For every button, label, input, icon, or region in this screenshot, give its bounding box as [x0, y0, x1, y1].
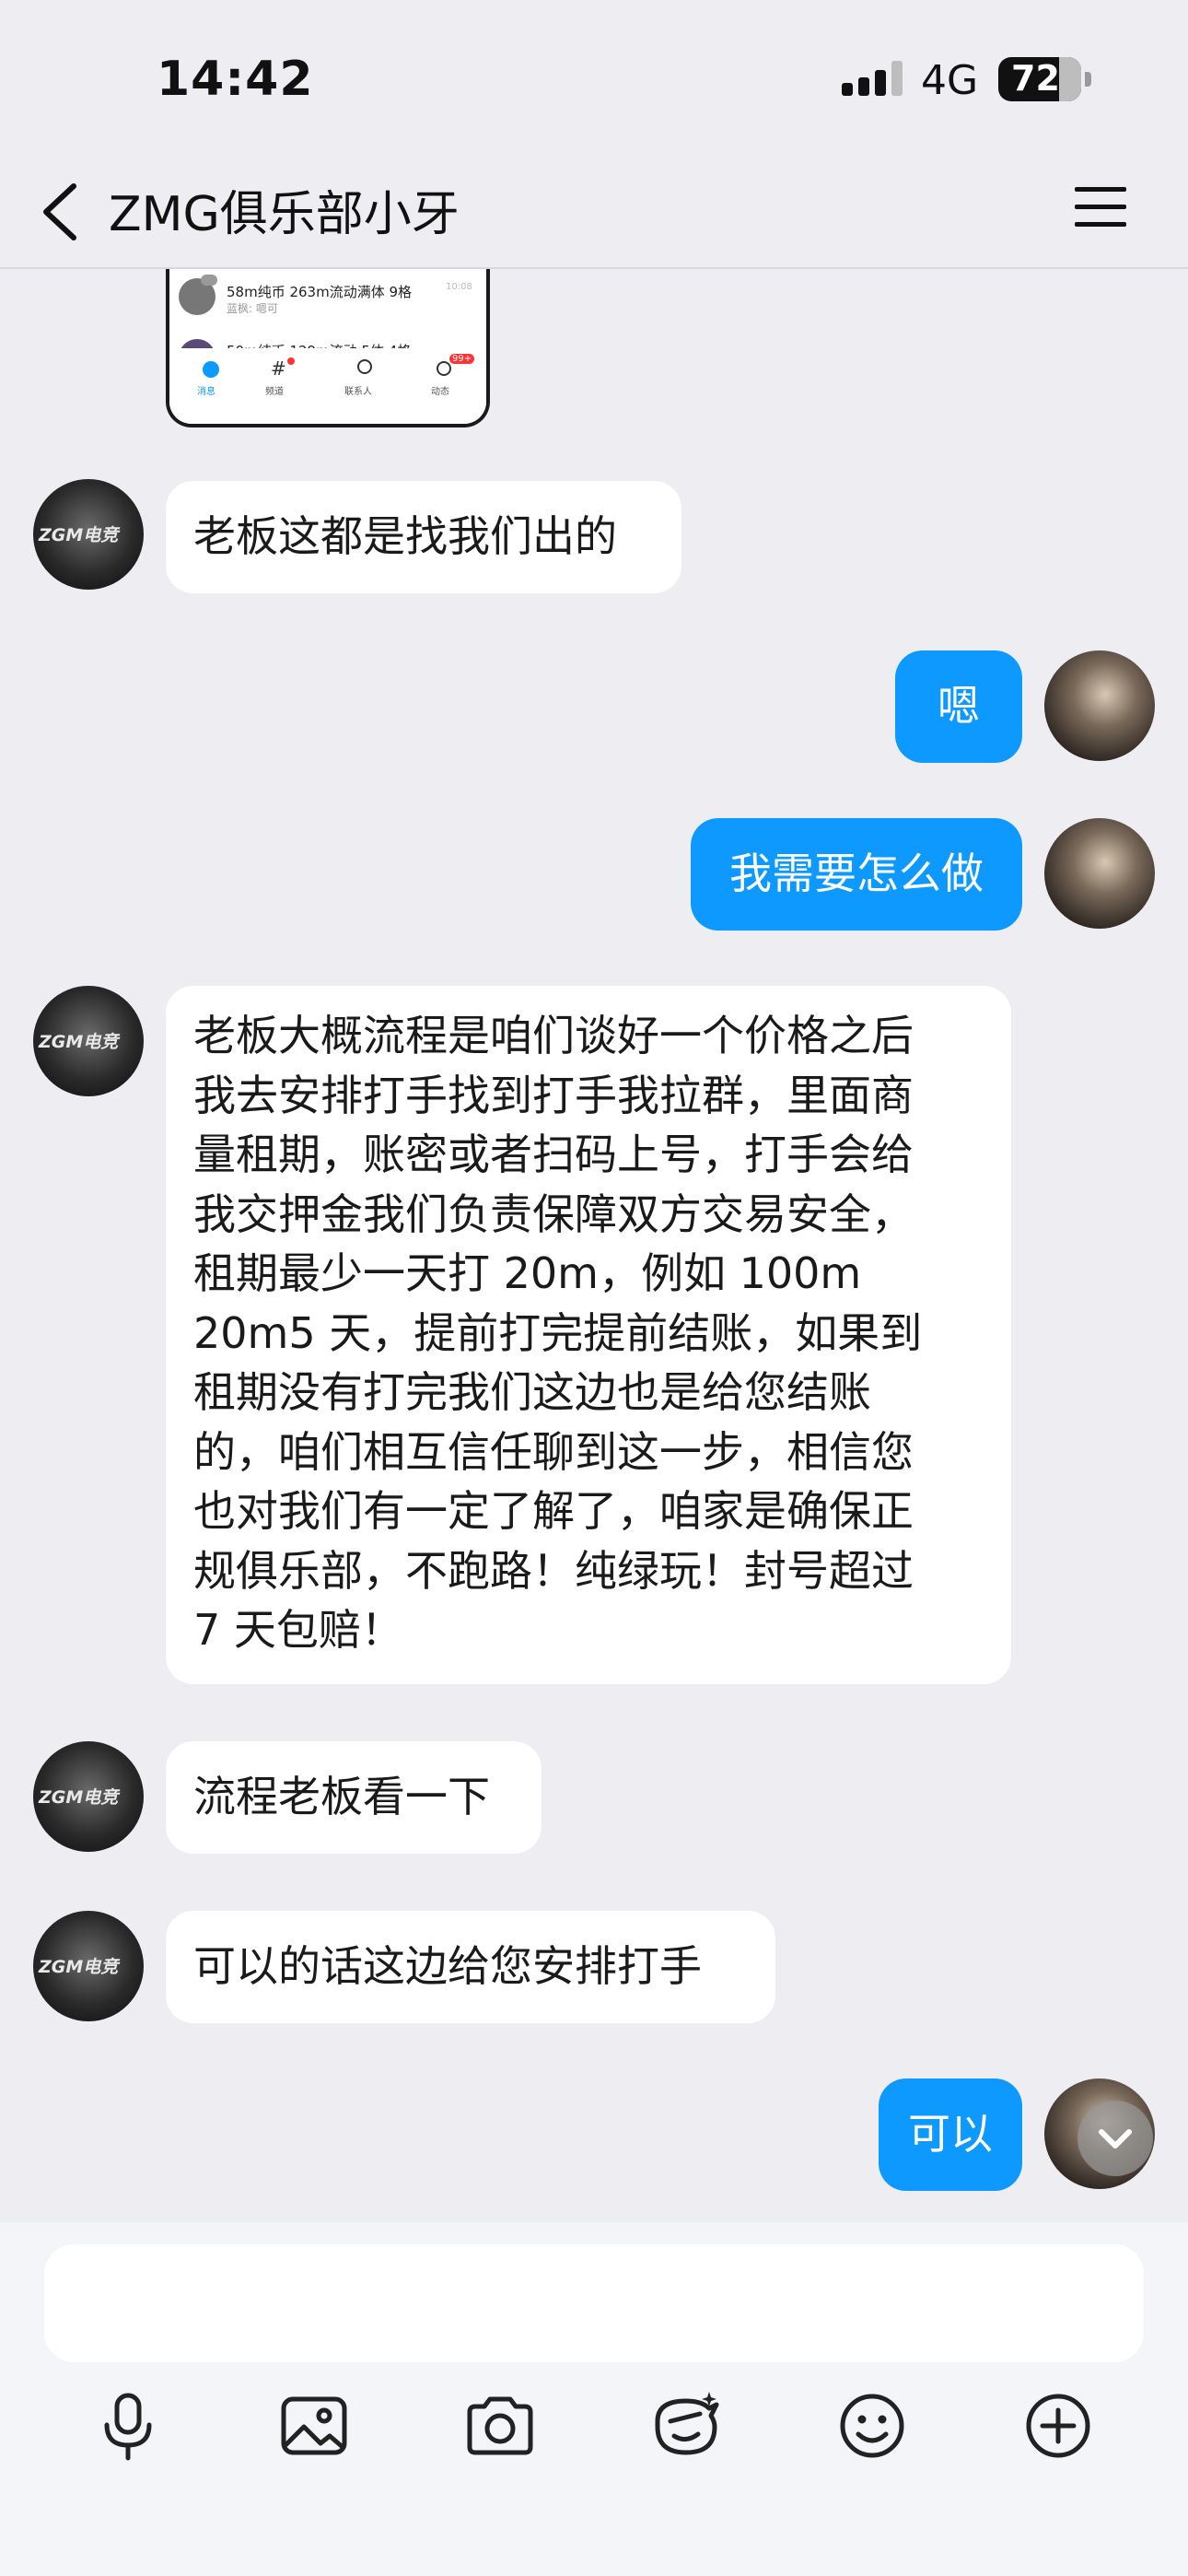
message-line: 我交押金我们负责保障双方交易安全，: [193, 1188, 914, 1239]
more-button[interactable]: [1017, 2384, 1100, 2467]
thumb-tab-label: 联系人: [344, 387, 372, 397]
battery-nub: [1085, 72, 1091, 87]
message-line: 老板大概流程是咱们谈好一个价格之后: [193, 1011, 914, 1060]
avatar-logo-text: ZGM电竞: [39, 1032, 119, 1052]
message-bubble[interactable]: 可以的话这边给您安排打手: [166, 1911, 775, 2023]
contact-avatar[interactable]: ZGM电竞: [33, 1911, 144, 2021]
thumb-tab-badge: 99+: [449, 354, 475, 364]
back-button[interactable]: [33, 175, 88, 249]
sticker-button[interactable]: [645, 2384, 728, 2467]
image-button[interactable]: [273, 2384, 355, 2467]
thumb-tab-label: 频道: [265, 387, 284, 397]
contact-avatar[interactable]: ZGM电竞: [33, 479, 144, 590]
message-line: 的，咱们相互信任聊到这一步，相信您: [193, 1426, 914, 1477]
plus-icon: [1026, 2394, 1090, 2458]
microphone-icon: [104, 2393, 152, 2461]
sticker-icon: [655, 2392, 719, 2455]
chevron-down-icon: [1099, 2129, 1132, 2149]
message-line: 20m5 天，提前打完提前结账，如果到: [193, 1307, 923, 1358]
network-type: 4G: [921, 57, 979, 104]
avatar-logo-text: ZGM电竞: [39, 525, 119, 545]
thumb-row-time: 10:08: [446, 282, 472, 292]
contact-avatar[interactable]: ZGM电竞: [33, 1741, 144, 1852]
avatar-logo-text: ZGM电竞: [39, 1957, 119, 1977]
message-bubble[interactable]: 老板大概流程是咱们谈好一个价格之后 我去安排打手找到打手我拉群，里面商 量租期，…: [166, 986, 1011, 1684]
scroll-to-bottom-button[interactable]: [1077, 2101, 1153, 2176]
message-bubble[interactable]: 嗯: [895, 650, 1022, 763]
battery-empty-portion: [1059, 57, 1081, 101]
contact-avatar[interactable]: ZGM电竞: [33, 986, 144, 1096]
camera-button[interactable]: [459, 2384, 542, 2467]
thumb-dot: [287, 357, 295, 365]
emoji-icon: [840, 2394, 904, 2458]
thumb-tab-label: 消息: [197, 387, 215, 397]
message-input[interactable]: [44, 2244, 1144, 2362]
user-avatar[interactable]: [1044, 650, 1155, 761]
cellular-signal-icon: [842, 61, 903, 96]
status-time: 14:42: [157, 52, 314, 107]
chat-title: ZMG俱乐部小牙: [109, 187, 460, 242]
menu-button[interactable]: [1073, 184, 1128, 230]
thumb-contact-icon: [357, 359, 372, 374]
voice-button[interactable]: [87, 2384, 169, 2467]
thumb-tab-label: 动态: [431, 387, 449, 397]
thumb-badge: [201, 275, 217, 286]
message-bubble[interactable]: 我需要怎么做: [691, 818, 1022, 931]
message-line: 租期没有打完我们这边也是给您结账: [193, 1367, 871, 1417]
thumb-row-title: 58m纯币 263m流动满体 9格: [227, 284, 413, 300]
thumb-row-sub: 蓝枫: 嗯可: [227, 302, 278, 315]
thumb-hash-icon: #: [271, 357, 286, 380]
thumb-moments-icon: [437, 361, 451, 376]
avatar-logo-text: ZGM电竞: [39, 1787, 119, 1808]
message-line: 量租期，账密或者扫码上号，打手会给: [193, 1130, 914, 1179]
user-avatar[interactable]: [1044, 818, 1155, 929]
shared-screenshot[interactable]: 58m纯币 263m流动满体 9格 蓝枫: 嗯可 10:08 50m纯币 129…: [166, 269, 490, 427]
message-line: 我去安排打手找到打手我拉群，里面商: [193, 1070, 914, 1120]
message-bubble[interactable]: 可以: [879, 2078, 1022, 2191]
image-icon: [281, 2396, 347, 2455]
camera-icon: [467, 2396, 533, 2455]
message-line: 也对我们有一定了解了，咱家是确保正: [193, 1486, 914, 1536]
thumb-chat-icon: [203, 361, 219, 378]
message-line: 租期最少一天打 20m，例如 100m: [193, 1248, 862, 1298]
message-bubble[interactable]: 老板这都是找我们出的: [166, 481, 681, 593]
battery-level: 72: [1011, 58, 1060, 99]
message-line: 规俱乐部，不跑路！纯绿玩！封号超过: [193, 1545, 914, 1596]
emoji-button[interactable]: [831, 2384, 914, 2467]
message-bubble[interactable]: 流程老板看一下: [166, 1741, 542, 1854]
message-line: 7 天包赔！: [193, 1605, 403, 1655]
